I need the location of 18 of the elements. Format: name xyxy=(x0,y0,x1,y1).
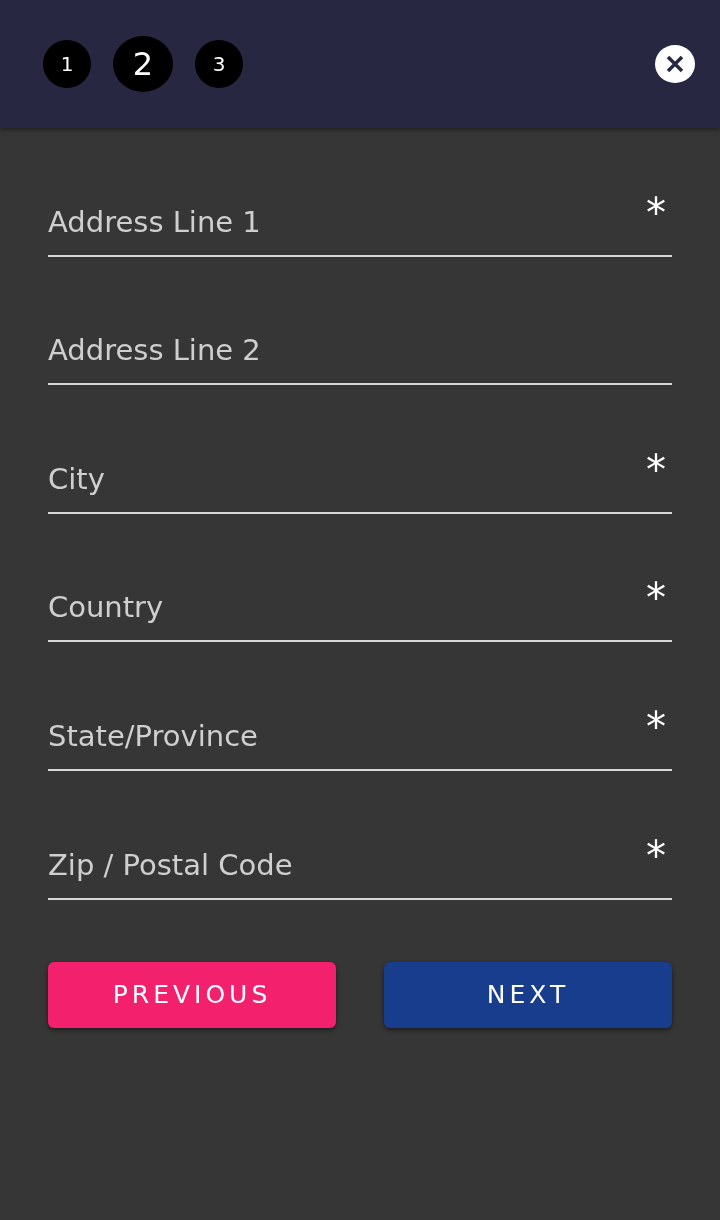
step-indicator[interactable]: 3 xyxy=(195,40,243,88)
required-mark: * xyxy=(646,192,666,233)
close-icon xyxy=(666,55,684,73)
input-field[interactable]: State/Province xyxy=(48,706,646,765)
input-field[interactable]: City xyxy=(48,449,646,508)
required-mark: * xyxy=(646,706,666,747)
input-field[interactable]: Address Line 1 xyxy=(48,192,646,251)
input-field[interactable]: Country xyxy=(48,578,646,637)
required-mark: * xyxy=(646,835,666,876)
close-button[interactable] xyxy=(655,45,695,83)
input-field[interactable]: Zip / Postal Code xyxy=(48,835,646,894)
previous-button[interactable]: PREVIOUS xyxy=(48,961,336,1028)
step-indicator[interactable]: 2 xyxy=(113,36,173,92)
next-button[interactable]: NEXT xyxy=(384,961,672,1028)
required-mark: * xyxy=(646,449,666,490)
input-field[interactable]: Address Line 2 xyxy=(48,321,672,380)
step-indicator[interactable]: 1 xyxy=(43,40,91,88)
required-mark: * xyxy=(646,578,666,619)
